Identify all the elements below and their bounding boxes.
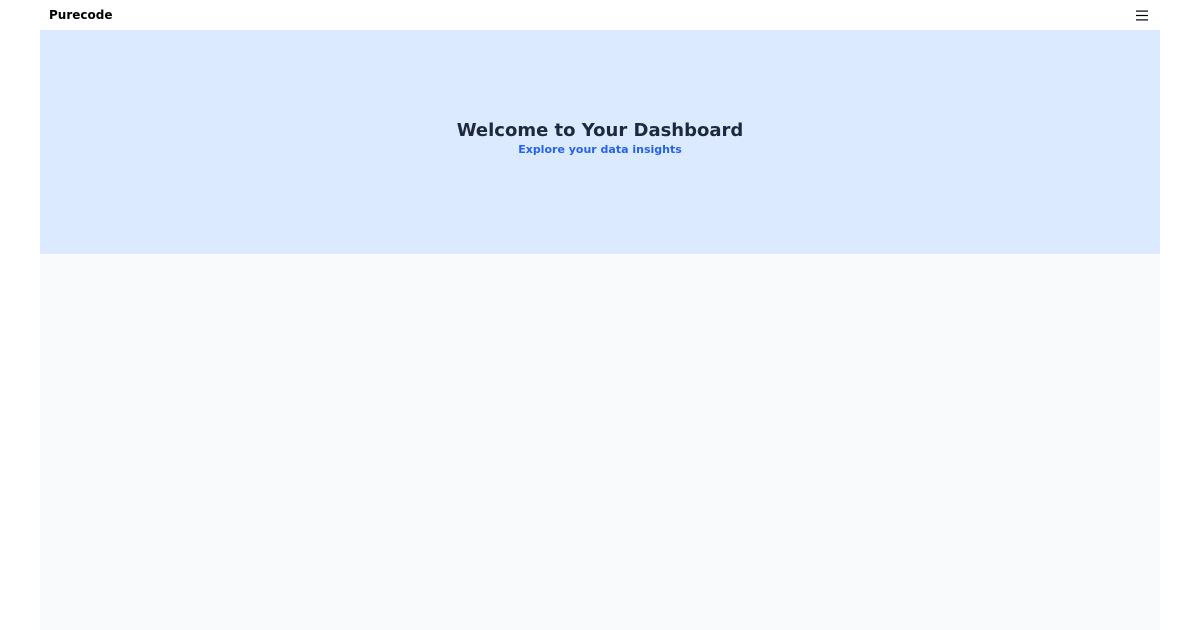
hamburger-menu-icon-glyph xyxy=(1136,10,1148,20)
dashboard-content-area xyxy=(40,254,1160,630)
top-navbar: Purecode xyxy=(40,0,1160,30)
main-content: Welcome to Your Dashboard Explore your d… xyxy=(40,30,1160,630)
brand-logo-text[interactable]: Purecode xyxy=(49,9,112,21)
hamburger-menu-icon[interactable] xyxy=(1134,8,1150,22)
page-subtitle: Explore your data insights xyxy=(518,143,682,156)
page-title: Welcome to Your Dashboard xyxy=(456,120,744,141)
hero-banner: Welcome to Your Dashboard Explore your d… xyxy=(40,30,1160,254)
